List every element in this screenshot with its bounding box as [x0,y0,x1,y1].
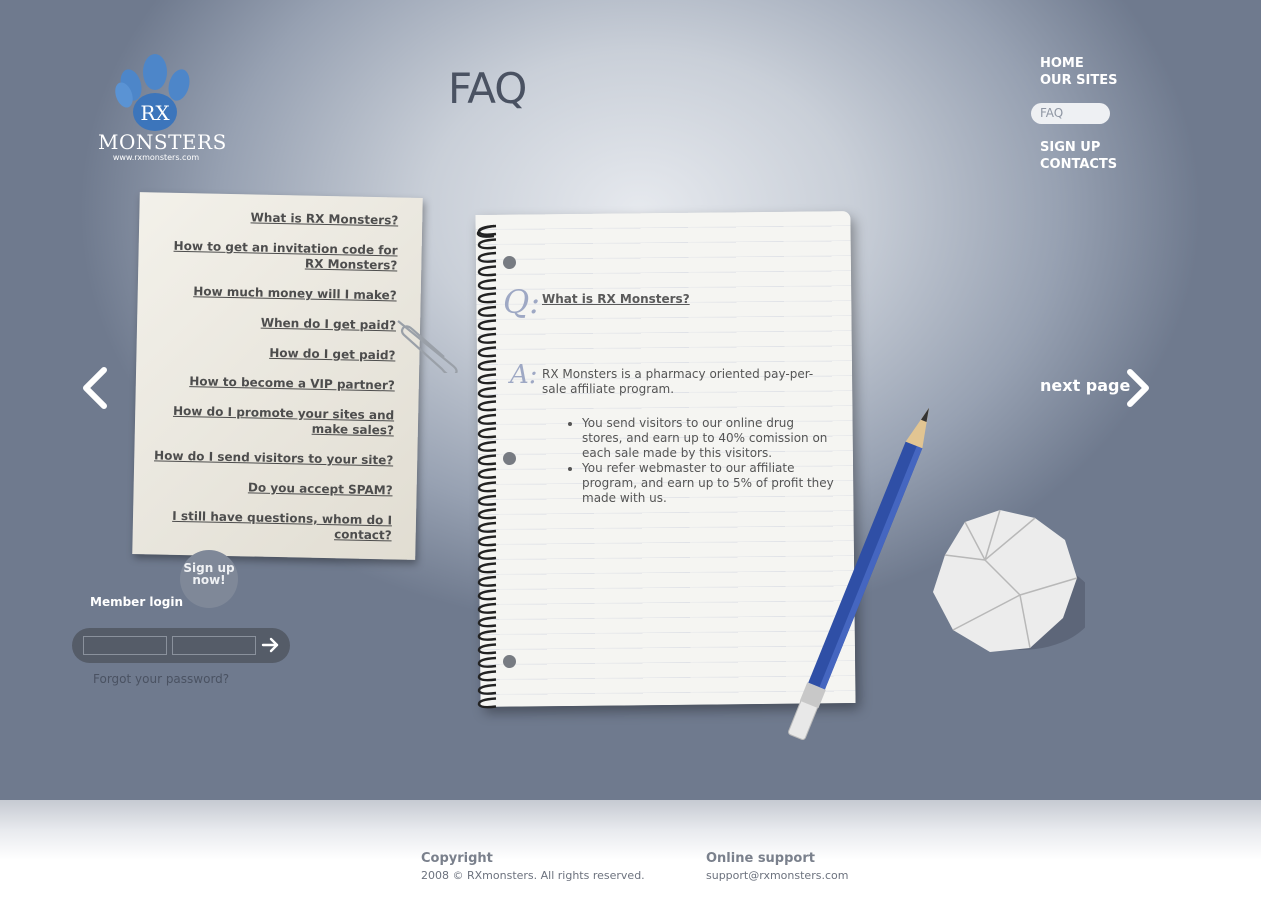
member-login-label: Member login [90,595,184,609]
faq-link[interactable]: When do I get paid? [156,313,397,333]
login-form [72,628,290,663]
footer [0,800,1261,918]
page-background: RX MONSTERS www.rxmonsters.com FAQ HOME … [0,0,1261,800]
faq-link[interactable]: How do I get paid? [155,343,395,363]
faq-link[interactable]: How do I promote your sites and make sal… [154,403,394,438]
spiral-coil [477,562,497,574]
spiral-coil [477,386,497,398]
nav-contacts[interactable]: CONTACTS [1040,157,1117,172]
forgot-password-link[interactable]: Forgot your password? [93,672,229,686]
faq-link[interactable]: How do I send visitors to your site? [153,448,393,468]
faq-link[interactable]: How much money will I make? [157,283,397,303]
faq-question-list: What is RX Monsters? How to get an invit… [132,192,423,560]
spiral-coil [477,238,497,250]
nav-home[interactable]: HOME [1040,56,1084,71]
spiral-coil [477,535,497,547]
spiral-coil [477,251,497,263]
spiral-coil [477,575,497,587]
spiral-coil [477,548,497,560]
logo-mark: RX [140,101,170,125]
spiral-coil [477,602,497,614]
spiral-coil [477,697,497,709]
spiral-coil [477,427,497,439]
login-password-input[interactable] [172,636,256,655]
spiral-coil [477,346,497,358]
page-title: FAQ [448,64,527,113]
spiral-coil [477,278,497,290]
spiral-coil [477,265,497,277]
spiral-coil [477,494,497,506]
footer-copyright-text: 2008 © RXmonsters. All rights reserved. [421,869,645,882]
login-arrow-icon[interactable] [260,635,282,655]
punch-hole [503,655,516,668]
spiral-coil [477,440,497,452]
spiral-coil [477,670,497,682]
answer-question-link[interactable]: What is RX Monsters? [542,292,690,306]
spiral-coil [477,359,497,371]
logo-wordmark: MONSTERS [98,130,227,154]
spiral-coil [477,616,497,628]
spiral-coil [477,521,497,533]
spiral-coil [477,292,497,304]
nav-our-sites[interactable]: OUR SITES [1040,73,1117,88]
paperclip-icon [397,320,458,373]
a-marker: A: [510,360,538,390]
prev-page-chevron-icon[interactable] [78,366,112,410]
spiral-coil [477,319,497,331]
signup-now-bubble[interactable]: Sign up now! [180,550,238,608]
footer-copyright-heading: Copyright [421,851,493,866]
nav-sign-up[interactable]: SIGN UP [1040,140,1100,155]
faq-link[interactable]: How to get an invitation code for RX Mon… [157,238,397,273]
spiral-coil [477,589,497,601]
spiral-coil [477,683,497,695]
spiral-coil [477,305,497,317]
pencil-icon [788,407,929,740]
punch-hole [503,452,516,465]
logo-url: www.rxmonsters.com [112,153,200,162]
spiral-coil [477,629,497,641]
q-marker: Q: [503,283,541,321]
faq-link[interactable]: How to become a VIP partner? [155,373,395,393]
signup-now-text: Sign up now! [183,561,235,587]
spiral-coil [477,508,497,520]
spiral-coil [477,400,497,412]
spiral-coil [477,656,497,668]
spiral-coil [477,332,497,344]
next-page-chevron-icon [1127,369,1149,407]
login-username-input[interactable] [83,636,167,655]
faq-link[interactable]: What is RX Monsters? [158,208,398,228]
nav-faq-active[interactable]: FAQ [1031,103,1110,124]
spiral-coil [477,454,497,466]
faq-link[interactable]: Do you accept SPAM? [153,478,393,498]
spiral-coil [477,643,497,655]
spiral-binding-icon [476,224,497,709]
faq-link[interactable]: I still have questions, whom do I contac… [152,508,392,543]
spiral-coil [477,467,497,479]
spiral-coil [477,413,497,425]
punch-hole [503,256,516,269]
crumpled-paper-icon [933,509,1085,652]
spiral-coil [477,373,497,385]
next-page-label: next page [1040,376,1131,395]
footer-support-heading: Online support [706,851,815,866]
spiral-coil [477,481,497,493]
footer-support-email[interactable]: support@rxmonsters.com [706,869,848,882]
